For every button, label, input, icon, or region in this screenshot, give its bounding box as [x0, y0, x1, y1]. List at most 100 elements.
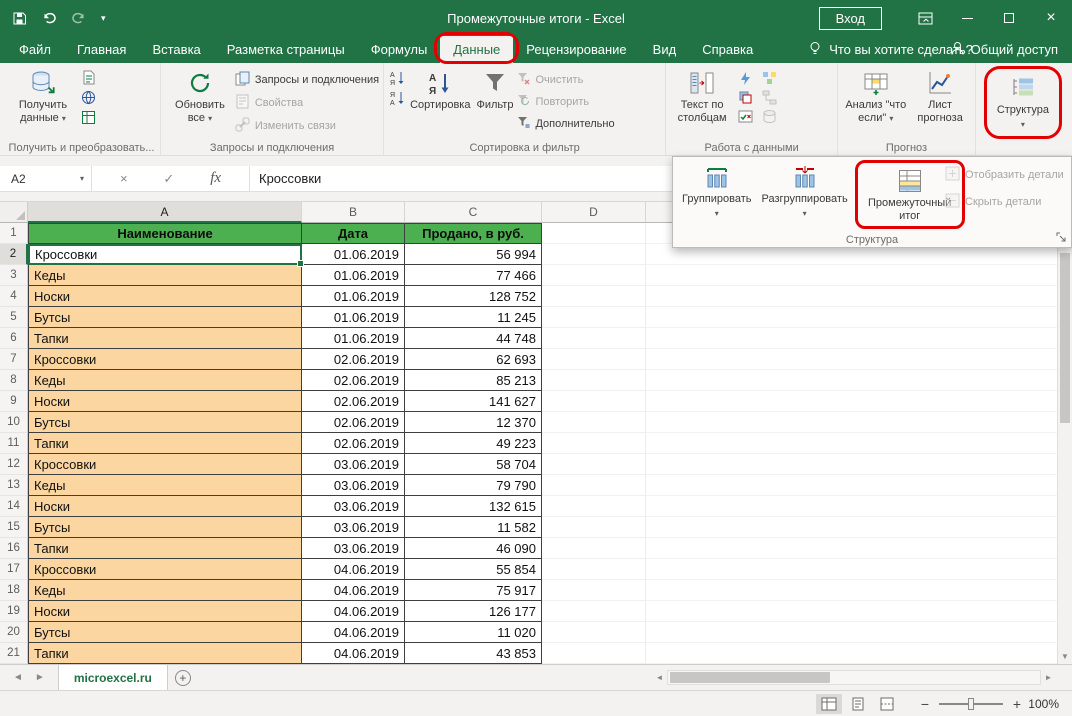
scroll-down-icon[interactable]: ▼	[1058, 649, 1072, 664]
row-header[interactable]: 12	[0, 454, 28, 475]
properties-button[interactable]: Свойства	[235, 94, 379, 112]
ribbon-display-options-icon[interactable]	[904, 0, 946, 36]
scroll-left-icon[interactable]: ◄	[652, 673, 667, 682]
cancel-icon[interactable]: ×	[120, 171, 128, 186]
clear-filter-button[interactable]: Очистить	[516, 71, 614, 88]
cell-value[interactable]: 132 615	[405, 496, 542, 517]
redo-icon[interactable]	[71, 11, 87, 25]
cell-name[interactable]: Тапки	[28, 643, 302, 664]
vertical-scrollbar[interactable]: ▲ ▼	[1057, 202, 1072, 664]
column-header-d[interactable]: D	[542, 202, 646, 223]
tell-me-box[interactable]: Что вы хотите сделать?	[808, 36, 973, 63]
page-layout-view-button[interactable]	[845, 694, 871, 714]
cell-value[interactable]: 75 917	[405, 580, 542, 601]
cell-value[interactable]: 49 223	[405, 433, 542, 454]
cell-empty[interactable]	[646, 265, 1072, 286]
cell-empty[interactable]	[646, 370, 1072, 391]
cell-value[interactable]: 62 693	[405, 349, 542, 370]
cell-date[interactable]: 03.06.2019	[302, 496, 405, 517]
page-break-view-button[interactable]	[874, 694, 900, 714]
manage-data-model-icon[interactable]	[758, 109, 780, 124]
cell-name[interactable]: Кроссовки	[28, 454, 302, 475]
header-cell-value[interactable]: Продано, в руб.	[405, 223, 542, 244]
cell-empty[interactable]	[646, 349, 1072, 370]
row-header[interactable]: 1	[0, 223, 28, 244]
cell-empty[interactable]	[646, 601, 1072, 622]
cell-name[interactable]: Бутсы	[28, 517, 302, 538]
row-header[interactable]: 10	[0, 412, 28, 433]
cell-empty[interactable]	[542, 223, 646, 244]
cell-value[interactable]: 56 994	[405, 244, 542, 265]
row-header[interactable]: 21	[0, 643, 28, 664]
cell-value[interactable]: 55 854	[405, 559, 542, 580]
name-box[interactable]: A2 ▾	[0, 166, 92, 191]
dialog-launcher-icon[interactable]	[1054, 230, 1068, 244]
row-header[interactable]: 5	[0, 307, 28, 328]
cell-empty[interactable]	[646, 412, 1072, 433]
cell-empty[interactable]	[646, 286, 1072, 307]
cell-empty[interactable]	[646, 622, 1072, 643]
cell-date[interactable]: 03.06.2019	[302, 475, 405, 496]
relationships-icon[interactable]	[758, 90, 780, 105]
horizontal-scrollbar[interactable]: ◄ ►	[652, 670, 1056, 685]
cell-name[interactable]: Кроссовки	[28, 349, 302, 370]
active-cell-name[interactable]: Кроссовки	[28, 244, 302, 265]
cell-empty[interactable]	[542, 391, 646, 412]
cell-empty[interactable]	[542, 370, 646, 391]
ungroup-button[interactable]: Разгруппировать ▾	[759, 160, 851, 222]
cell-empty[interactable]	[542, 475, 646, 496]
header-cell-name[interactable]: Наименование	[28, 223, 302, 244]
cell-value[interactable]: 128 752	[405, 286, 542, 307]
cell-empty[interactable]	[542, 454, 646, 475]
undo-icon[interactable]	[41, 11, 57, 25]
normal-view-button[interactable]	[816, 694, 842, 714]
row-header[interactable]: 16	[0, 538, 28, 559]
horizontal-scroll-thumb[interactable]	[670, 672, 830, 683]
maximize-button[interactable]	[988, 0, 1030, 36]
tab-вид[interactable]: Вид	[640, 36, 690, 63]
sheet-nav-prev-icon[interactable]: ◄	[13, 672, 23, 683]
cell-name[interactable]: Носки	[28, 496, 302, 517]
cell-date[interactable]: 04.06.2019	[302, 622, 405, 643]
cell-name[interactable]: Тапки	[28, 433, 302, 454]
forecast-sheet-button[interactable]: Лист прогноза	[909, 66, 970, 127]
cell-empty[interactable]	[542, 265, 646, 286]
cell-name[interactable]: Бутсы	[28, 622, 302, 643]
edit-links-button[interactable]: Изменить связи	[235, 117, 379, 135]
fill-handle[interactable]	[297, 260, 304, 267]
cell-date[interactable]: 04.06.2019	[302, 580, 405, 601]
row-header[interactable]: 13	[0, 475, 28, 496]
vertical-scroll-thumb[interactable]	[1060, 253, 1070, 423]
minimize-button[interactable]	[946, 0, 988, 36]
from-web-icon[interactable]	[81, 90, 96, 105]
sort-za-icon[interactable]: ЯА	[390, 90, 405, 105]
cell-name[interactable]: Кеды	[28, 265, 302, 286]
cell-name[interactable]: Кеды	[28, 475, 302, 496]
data-validation-icon[interactable]	[734, 109, 756, 124]
cell-value[interactable]: 141 627	[405, 391, 542, 412]
tab-разметка-страницы[interactable]: Разметка страницы	[214, 36, 358, 63]
cell-value[interactable]: 11 245	[405, 307, 542, 328]
column-header-a[interactable]: A	[28, 202, 302, 223]
row-header[interactable]: 20	[0, 622, 28, 643]
tab-вставка[interactable]: Вставка	[139, 36, 213, 63]
what-if-analysis-button[interactable]: Анализ "что если" ▾	[842, 66, 909, 127]
filter-button[interactable]: Фильтр	[473, 66, 516, 114]
get-data-button[interactable]: Получить данные ▾	[7, 66, 79, 127]
consolidate-icon[interactable]	[758, 71, 780, 86]
zoom-slider[interactable]	[939, 703, 1003, 705]
remove-duplicates-icon[interactable]	[734, 90, 756, 105]
cell-value[interactable]: 11 020	[405, 622, 542, 643]
share-button[interactable]: Общий доступ	[950, 36, 1058, 63]
sheet-nav-next-icon[interactable]: ►	[35, 672, 45, 683]
from-table-range-icon[interactable]	[81, 110, 96, 125]
cell-empty[interactable]	[542, 496, 646, 517]
hide-detail-button[interactable]: Скрыть детали	[945, 193, 1064, 211]
row-header[interactable]: 15	[0, 517, 28, 538]
cell-name[interactable]: Носки	[28, 286, 302, 307]
cell-value[interactable]: 44 748	[405, 328, 542, 349]
cell-date[interactable]: 01.06.2019	[302, 244, 405, 265]
cell-empty[interactable]	[542, 307, 646, 328]
cell-empty[interactable]	[542, 412, 646, 433]
cell-empty[interactable]	[542, 328, 646, 349]
